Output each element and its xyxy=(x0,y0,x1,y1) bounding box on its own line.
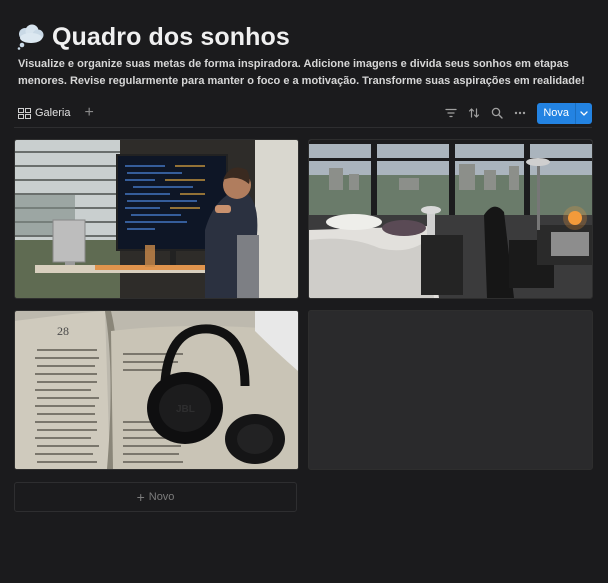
sort-icon[interactable] xyxy=(463,102,485,124)
gallery-card-empty[interactable] xyxy=(308,310,593,470)
gallery-card[interactable]: 28 JBL xyxy=(14,310,299,470)
new-item-button[interactable]: + Novo xyxy=(14,482,297,512)
page-title: Quadro dos sonhos xyxy=(52,22,290,51)
svg-text:JBL: JBL xyxy=(176,404,195,415)
view-tab-label: Galeria xyxy=(35,107,71,119)
toolbar-divider xyxy=(14,127,592,128)
thought-balloon-icon xyxy=(17,24,44,50)
svg-text:28: 28 xyxy=(57,324,69,338)
book-headphones-photo: 28 JBL xyxy=(15,311,298,469)
filter-icon[interactable] xyxy=(440,102,462,124)
new-dropdown-button[interactable] xyxy=(575,102,592,124)
database-toolbar: Galeria + Nova xyxy=(14,101,592,125)
add-view-button[interactable]: + xyxy=(84,105,93,121)
gallery-grid-icon xyxy=(18,107,31,119)
more-icon[interactable] xyxy=(509,102,531,124)
gallery-card[interactable] xyxy=(308,139,593,299)
chevron-down-icon xyxy=(580,110,588,116)
new-button[interactable]: Nova xyxy=(537,102,575,124)
gallery-card[interactable] xyxy=(14,139,299,299)
bedroom-city-view-photo xyxy=(309,140,592,298)
page-description: Visualize e organize suas metas de forma… xyxy=(18,58,585,87)
desk-workspace-photo xyxy=(15,140,298,298)
page-header: Quadro dos sonhos Visualize e organize s… xyxy=(16,20,592,90)
view-tab-gallery[interactable]: Galeria xyxy=(14,105,74,121)
search-icon[interactable] xyxy=(486,102,508,124)
new-item-label: Novo xyxy=(148,491,175,503)
plus-icon: + xyxy=(136,489,145,505)
new-button-group: Nova xyxy=(537,102,592,124)
